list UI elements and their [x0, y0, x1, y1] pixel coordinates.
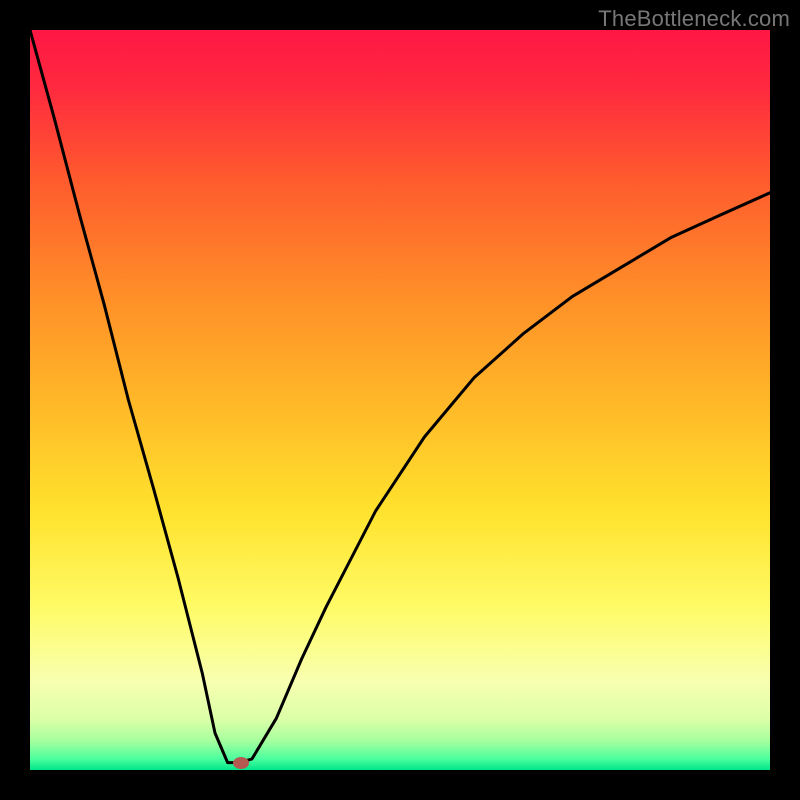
watermark-text: TheBottleneck.com — [598, 6, 790, 32]
optimum-marker — [233, 757, 249, 769]
plot-area — [30, 30, 770, 770]
bottleneck-curve — [30, 30, 770, 763]
curve-svg — [30, 30, 770, 770]
chart-container: TheBottleneck.com — [0, 0, 800, 800]
